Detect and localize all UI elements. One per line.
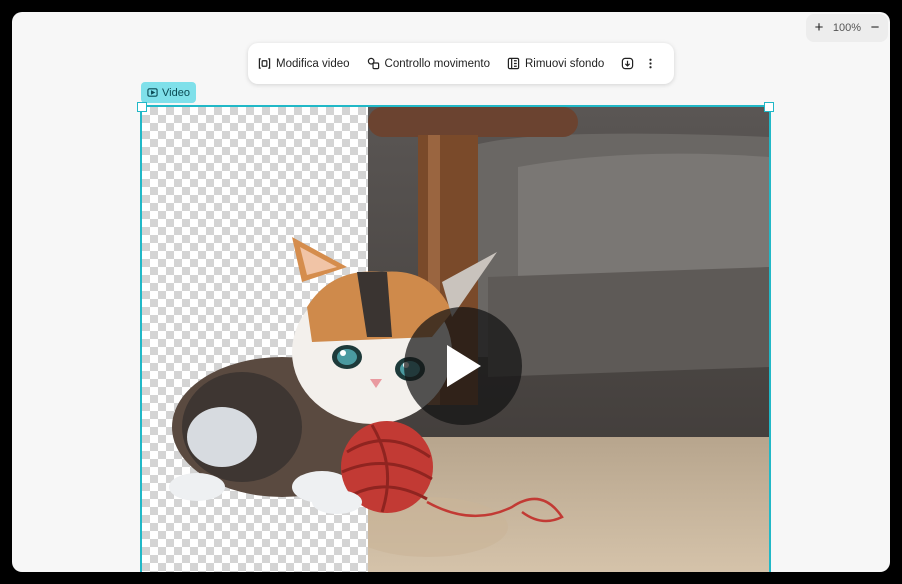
edit-video-button[interactable]: Modifica video bbox=[258, 57, 350, 70]
remove-background-button[interactable]: Rimuovi sfondo bbox=[507, 57, 604, 70]
resize-handle-top-right[interactable] bbox=[764, 102, 774, 112]
play-button[interactable] bbox=[404, 307, 522, 425]
more-options-button[interactable] bbox=[644, 57, 657, 70]
canvas: + 100% − Modifica video Controllo movime… bbox=[12, 12, 890, 572]
edit-video-label: Modifica video bbox=[276, 57, 350, 70]
more-vertical-icon bbox=[649, 58, 652, 69]
motion-control-label: Controllo movimento bbox=[384, 57, 490, 70]
motion-control-button[interactable]: Controllo movimento bbox=[367, 57, 490, 70]
remove-background-icon bbox=[507, 57, 520, 70]
zoom-control: + 100% − bbox=[806, 14, 888, 42]
context-toolbar: Modifica video Controllo movimento Rimuo… bbox=[248, 43, 674, 84]
video-element-tag[interactable]: Video bbox=[141, 82, 196, 103]
motion-control-icon bbox=[367, 57, 379, 70]
play-icon bbox=[447, 345, 481, 387]
video-frame[interactable] bbox=[140, 105, 771, 572]
remove-background-label: Rimuovi sfondo bbox=[524, 57, 605, 70]
zoom-in-button[interactable]: + bbox=[812, 20, 826, 35]
zoom-level: 100% bbox=[832, 22, 862, 34]
video-tag-label: Video bbox=[162, 86, 190, 99]
download-button[interactable] bbox=[621, 57, 634, 70]
edit-video-icon bbox=[258, 58, 271, 69]
resize-handle-top-left[interactable] bbox=[137, 102, 147, 112]
zoom-out-button[interactable]: − bbox=[868, 20, 882, 35]
download-icon bbox=[622, 57, 634, 70]
video-tag-icon bbox=[147, 88, 158, 97]
